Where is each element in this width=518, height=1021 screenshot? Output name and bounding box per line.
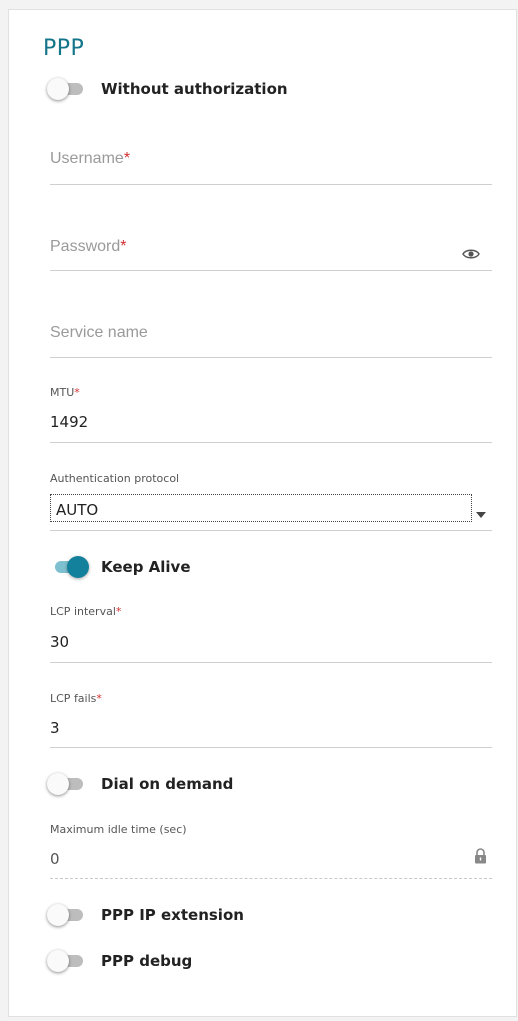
lcp-interval-input[interactable]: 30 — [50, 633, 492, 651]
eye-icon[interactable] — [462, 245, 480, 259]
ppp-debug-toggle[interactable] — [47, 950, 85, 972]
username-placeholder: Username — [50, 150, 124, 167]
without-authorization-toggle[interactable] — [47, 78, 85, 100]
max-idle-time-label: Maximum idle time (sec) — [50, 823, 187, 836]
required-mark: * — [115, 605, 122, 618]
keep-alive-toggle[interactable] — [49, 556, 89, 578]
toggle-knob — [47, 78, 69, 100]
mtu-underline — [50, 442, 492, 443]
auth-protocol-label: Authentication protocol — [50, 472, 180, 485]
lcp-fails-label: LCP fails* — [50, 692, 102, 705]
toggle-knob — [47, 773, 69, 795]
lcp-fails-label-text: LCP fails — [50, 692, 97, 705]
toggle-knob — [67, 556, 89, 578]
service-name-placeholder: Service name — [50, 324, 148, 341]
required-mark: * — [96, 692, 102, 705]
mtu-label: MTU* — [50, 386, 80, 399]
dial-on-demand-toggle[interactable] — [47, 773, 85, 795]
service-name-underline — [50, 357, 492, 358]
dial-on-demand-label: Dial on demand — [101, 775, 234, 793]
max-idle-time-input: 0 — [50, 850, 60, 868]
ppp-ip-extension-label: PPP IP extension — [101, 906, 244, 924]
lcp-interval-label-text: LCP interval — [50, 605, 116, 618]
without-authorization-label: Without authorization — [101, 80, 288, 98]
lcp-interval-underline — [50, 662, 492, 663]
auth-protocol-value: AUTO — [56, 501, 99, 519]
lcp-fails-input[interactable]: 3 — [50, 719, 492, 737]
toggle-knob — [47, 904, 69, 926]
required-mark: * — [74, 386, 80, 399]
keep-alive-label: Keep Alive — [101, 558, 191, 576]
username-field[interactable]: Username* — [50, 148, 492, 184]
required-mark: * — [123, 150, 131, 167]
password-underline — [50, 270, 492, 271]
mtu-label-text: MTU — [50, 386, 75, 399]
lock-icon — [474, 848, 487, 864]
dropdown-arrow-icon[interactable] — [476, 503, 486, 518]
lcp-interval-label: LCP interval* — [50, 605, 121, 618]
section-title: PPP — [43, 36, 85, 61]
ppp-debug-label: PPP debug — [101, 952, 193, 970]
lcp-fails-underline — [50, 747, 492, 748]
toggle-knob — [47, 950, 69, 972]
username-underline — [50, 184, 492, 185]
required-mark: * — [120, 238, 127, 255]
service-name-field[interactable]: Service name — [50, 322, 492, 356]
password-placeholder: Password — [50, 238, 121, 255]
ppp-ip-extension-toggle[interactable] — [47, 904, 85, 926]
max-idle-time-underline — [50, 878, 492, 879]
mtu-input[interactable]: 1492 — [50, 413, 492, 431]
auth-protocol-select[interactable]: AUTO — [50, 494, 472, 522]
auth-protocol-underline — [50, 530, 492, 531]
password-field[interactable]: Password* — [50, 236, 450, 270]
